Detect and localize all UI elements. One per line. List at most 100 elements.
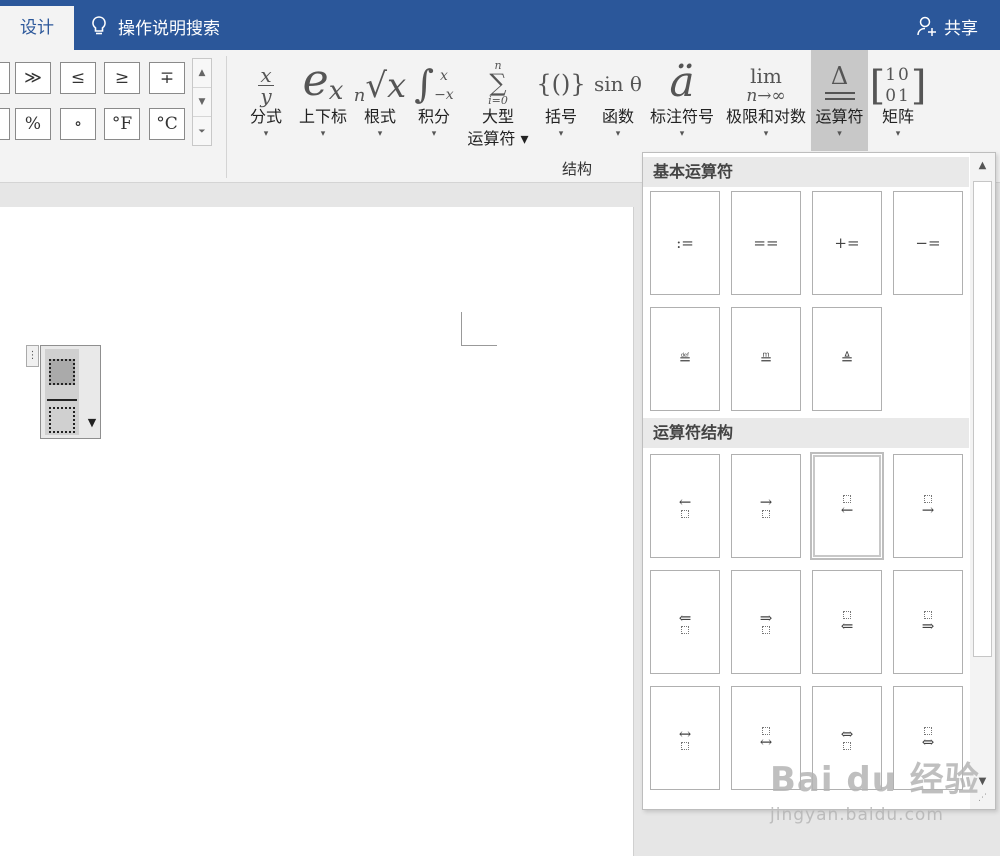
left-arrow-above-icon: ← <box>841 494 853 518</box>
symbol-2[interactable]: ≤ <box>60 62 96 94</box>
function-icon: sin θ <box>594 72 642 96</box>
double-left-right-arrow-above-icon: ⇔ <box>922 726 934 750</box>
symbol-4[interactable]: ∓ <box>149 62 185 94</box>
document-page[interactable]: ⋮ ▼ <box>0 207 634 856</box>
op-measured-by[interactable]: ≞ <box>731 307 801 411</box>
left-right-arrow-below-icon: ↔ <box>679 726 691 750</box>
chevron-down-icon: ▾ <box>763 129 769 139</box>
fraction-bar <box>47 399 77 401</box>
op-plus-equals[interactable]: += <box>812 191 882 295</box>
double-right-arrow-below-icon: ⇒ <box>760 610 772 634</box>
struct-double-right-above[interactable]: ⇒ <box>893 570 963 674</box>
operator-button[interactable]: Δ 运算符 ▾ <box>811 50 868 151</box>
left-arrow-below-icon: ← <box>679 494 691 518</box>
double-left-arrow-above-icon: ⇐ <box>841 610 853 634</box>
chevron-down-icon: ▾ <box>837 129 842 139</box>
gallery-more-icon[interactable]: ⏷ <box>193 117 211 146</box>
bracket-button[interactable]: {()} 括号 ▾ <box>536 54 586 150</box>
structures-group-label: 结构 <box>562 160 593 178</box>
right-arrow-above-icon: → <box>922 494 934 518</box>
symbol-5[interactable]: % <box>15 108 51 140</box>
op-delta-equal[interactable]: ≜ <box>812 307 882 411</box>
chevron-down-icon: ▾ <box>320 129 326 139</box>
op-double-equals[interactable]: == <box>731 191 801 295</box>
double-left-right-arrow-below-icon: ⇔ <box>841 726 853 750</box>
radical-label: 根式 <box>363 107 396 126</box>
chevron-down-icon: ▾ <box>263 129 269 139</box>
matrix-button[interactable]: [10 01] 矩阵 ▾ <box>870 54 927 150</box>
integral-button[interactable]: ∫ x −x 积分 ▾ <box>412 54 456 150</box>
function-button[interactable]: sin θ 函数 ▾ <box>592 54 644 150</box>
double-right-arrow-above-icon: ⇒ <box>922 610 934 634</box>
struct-right-arrow-above[interactable]: → <box>893 454 963 558</box>
accent-button[interactable]: ä 标注符号 ▾ <box>646 54 718 150</box>
watermark-logo: Bai du 经验 <box>770 760 980 800</box>
symbol-partial[interactable] <box>0 62 10 94</box>
chevron-down-icon: ▾ <box>615 129 621 139</box>
equation-object[interactable]: ⋮ ▼ <box>26 345 101 439</box>
symbol-8[interactable]: °C <box>149 108 185 140</box>
ribbon-separator <box>226 56 227 178</box>
panel-scrollbar[interactable]: ▲ ▼ ⋰ <box>970 153 995 809</box>
gallery-down-icon[interactable]: ▼ <box>193 88 211 117</box>
function-label: 函数 <box>601 107 634 126</box>
scroll-thumb[interactable] <box>973 181 992 657</box>
op-minus-equals[interactable]: −= <box>893 191 963 295</box>
denominator-placeholder[interactable] <box>49 407 75 433</box>
symbol-1[interactable]: ≫ <box>15 62 51 94</box>
fraction-structure <box>45 349 79 435</box>
radical-icon: n √x <box>353 66 407 106</box>
tab-design[interactable]: 设计 <box>0 6 74 50</box>
operator-label: 运算符 <box>815 107 864 126</box>
large-operator-button[interactable]: n ∑ i=0 大型 运算符 ▾ <box>462 54 534 150</box>
chevron-down-icon: ▾ <box>679 129 685 139</box>
equation-body[interactable]: ▼ <box>40 345 101 439</box>
superscript-icon: ex <box>302 55 344 106</box>
struct-left-arrow-above[interactable]: ← <box>810 452 884 560</box>
gallery-up-icon[interactable]: ▲ <box>193 59 211 88</box>
struct-double-left-above[interactable]: ⇐ <box>812 570 882 674</box>
left-right-arrow-above-icon: ↔ <box>760 726 772 750</box>
section-basic-operators: 基本运算符 <box>643 157 969 187</box>
title-bar: 设计 操作说明搜索 共享 <box>0 0 1000 50</box>
symbol-partial-2[interactable] <box>0 108 10 140</box>
scroll-up-icon[interactable]: ▲ <box>970 155 995 177</box>
numerator-placeholder[interactable] <box>49 359 75 385</box>
equation-handle-icon[interactable]: ⋮ <box>26 345 39 367</box>
chevron-down-icon: ▾ <box>895 129 901 139</box>
struct-right-arrow-below[interactable]: → <box>731 454 801 558</box>
symbol-7[interactable]: °F <box>104 108 140 140</box>
script-button[interactable]: ex 上下标 ▾ <box>294 54 352 150</box>
large-operator-label-2: 运算符 ▾ <box>467 129 529 148</box>
op-colon-equals[interactable]: := <box>650 191 720 295</box>
symbol-3[interactable]: ≥ <box>104 62 140 94</box>
struct-left-arrow-below[interactable]: ← <box>650 454 720 558</box>
baidu-watermark: Bai du 经验 jingyan.baidu.com <box>770 752 980 825</box>
bracket-label: 括号 <box>544 107 577 126</box>
right-arrow-below-icon: → <box>760 494 772 518</box>
struct-double-left-below[interactable]: ⇐ <box>650 570 720 674</box>
share-button[interactable]: 共享 <box>916 10 978 42</box>
symbol-6[interactable]: ∘ <box>60 108 96 140</box>
chevron-down-icon: ▾ <box>431 129 437 139</box>
tell-me-search[interactable]: 操作说明搜索 <box>90 10 220 42</box>
struct-double-right-below[interactable]: ⇒ <box>731 570 801 674</box>
integral-label: 积分 <box>417 107 450 126</box>
watermark-url: jingyan.baidu.com <box>770 805 944 825</box>
equation-options-icon[interactable]: ▼ <box>83 416 101 438</box>
integral-icon: ∫ x −x <box>414 62 454 106</box>
struct-left-right-below[interactable]: ↔ <box>650 686 720 790</box>
limit-log-button[interactable]: lim n→∞ 极限和对数 ▾ <box>722 54 810 150</box>
operator-gallery-panel: 基本运算符 := == += −= ≝ ≞ ≜ 运算符结构 ← → ← → ⇐ … <box>642 152 996 810</box>
delta-operator-icon: Δ <box>811 50 868 106</box>
gallery-scrollbar[interactable]: ▲ ▼ ⏷ <box>192 58 212 146</box>
fraction-icon: xy <box>244 54 288 106</box>
matrix-label: 矩阵 <box>881 107 914 126</box>
accent-label: 标注符号 <box>649 107 714 126</box>
tell-me-label: 操作说明搜索 <box>118 18 220 39</box>
radical-button[interactable]: n √x 根式 ▾ <box>353 54 407 150</box>
person-add-icon <box>917 16 936 36</box>
op-defined-as[interactable]: ≝ <box>650 307 720 411</box>
fraction-button[interactable]: xy 分式 ▾ <box>244 54 288 150</box>
margin-corner-mark <box>461 312 497 346</box>
